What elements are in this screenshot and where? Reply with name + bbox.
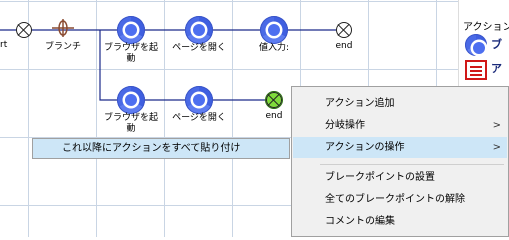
browser-icon <box>260 16 288 44</box>
browser-icon[interactable] <box>465 34 487 56</box>
flow-node-input-value[interactable]: 値入力: <box>240 14 308 64</box>
context-menu: アクション追加 分岐操作 > アクションの操作 > ブレークポイントの設置 全て… <box>291 86 509 237</box>
menu-item-set-breakpoint[interactable]: ブレークポイントの設置 <box>293 167 507 188</box>
menu-item-add-action[interactable]: アクション追加 <box>293 93 507 114</box>
browser-icon <box>185 16 213 44</box>
browser-icon <box>185 86 213 114</box>
node-label: ページを開く <box>172 43 226 53</box>
flow-node-launch-browser[interactable]: ブラウザを起 動 <box>97 84 165 134</box>
menu-item-edit-comment[interactable]: コメントの編集 <box>293 211 507 232</box>
panel-item-label: ア <box>491 62 502 75</box>
panel-item-label: ブ <box>491 38 502 51</box>
node-label: ブランチ <box>44 42 81 52</box>
submenu: これ以降にアクションをすべて貼り付け <box>32 138 290 159</box>
menu-separator <box>320 164 504 165</box>
submenu-arrow-icon: > <box>492 120 501 131</box>
menu-item-action-ops[interactable]: アクションの操作 > <box>293 137 507 158</box>
end-node-icon <box>265 91 283 109</box>
menu-item-label: アクション追加 <box>325 98 395 109</box>
menu-item-label: コメントの編集 <box>325 216 395 227</box>
menu-item-label: これ以降にアクションをすべて貼り付け <box>62 143 241 154</box>
node-label: end <box>335 41 353 51</box>
menu-item-label: 全てのブレークポイントの解除 <box>325 194 465 205</box>
menu-item-label: アクションの操作 <box>325 142 405 153</box>
submenu-arrow-icon: > <box>492 142 501 153</box>
flow-node-branch[interactable]: ブランチ <box>29 16 97 56</box>
menu-item-branch-ops[interactable]: 分岐操作 > <box>293 115 507 136</box>
flow-node-end[interactable]: end <box>310 20 378 60</box>
branch-icon <box>52 19 74 37</box>
node-label: ブラウザを起 動 <box>103 43 158 64</box>
end-node-icon <box>336 22 352 38</box>
menu-item-paste-all-actions[interactable]: これ以降にアクションをすべて貼り付け <box>34 139 288 158</box>
flow-node-open-page[interactable]: ページを開く <box>165 14 233 64</box>
flow-node-open-page[interactable]: ページを開く <box>165 84 233 134</box>
panel-heading: アクション <box>463 22 509 33</box>
node-label: ページを開く <box>172 113 226 123</box>
document-icon[interactable] <box>465 60 487 80</box>
menu-item-label: ブレークポイントの設置 <box>325 172 435 183</box>
menu-item-clear-breakpoints[interactable]: 全てのブレークポイントの解除 <box>293 189 507 210</box>
node-label: ブラウザを起 動 <box>103 113 158 134</box>
flow-node-launch-browser[interactable]: ブラウザを起 動 <box>97 14 165 64</box>
node-label: 値入力: <box>258 43 290 53</box>
menu-item-label: 分岐操作 <box>325 120 365 131</box>
browser-icon <box>117 86 145 114</box>
browser-icon <box>117 16 145 44</box>
